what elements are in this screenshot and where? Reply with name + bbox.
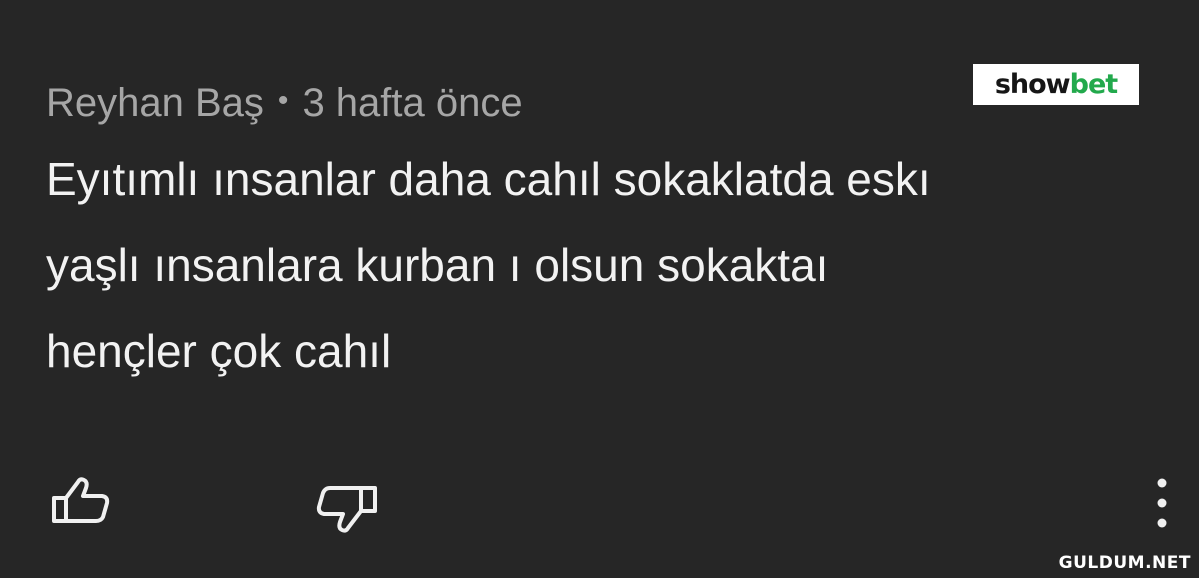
meta-separator: • (277, 84, 289, 117)
thumbs-up-icon (52, 477, 110, 523)
dislike-button[interactable] (311, 478, 383, 542)
more-options-button[interactable] (1144, 474, 1180, 532)
comment-line: hençler çok cahıl (46, 325, 392, 377)
showbet-logo: show bet (973, 64, 1139, 105)
author-name[interactable]: Reyhan Baş (46, 81, 264, 126)
thumbs-down-icon (316, 486, 377, 533)
vertical-ellipsis-icon (1157, 478, 1167, 528)
comment: Reyhan Baş • 3 hafta önce Eyıtımlı ınsan… (46, 78, 1146, 394)
comment-body: Eyıtımlı ınsanlar daha cahıl sokaklatda … (46, 136, 1156, 394)
comment-line: Eyıtımlı ınsanlar daha cahıl sokaklatda … (46, 153, 931, 205)
like-button[interactable] (44, 470, 116, 530)
logo-text-show: show (994, 69, 1071, 100)
watermark: GULDUM.NET (1058, 553, 1191, 573)
logo-text-bet: bet (1069, 69, 1119, 100)
comment-timestamp[interactable]: 3 hafta önce (302, 81, 522, 126)
comment-line: yaşlı ınsanlara kurban ı olsun sokaktaı (46, 239, 829, 291)
